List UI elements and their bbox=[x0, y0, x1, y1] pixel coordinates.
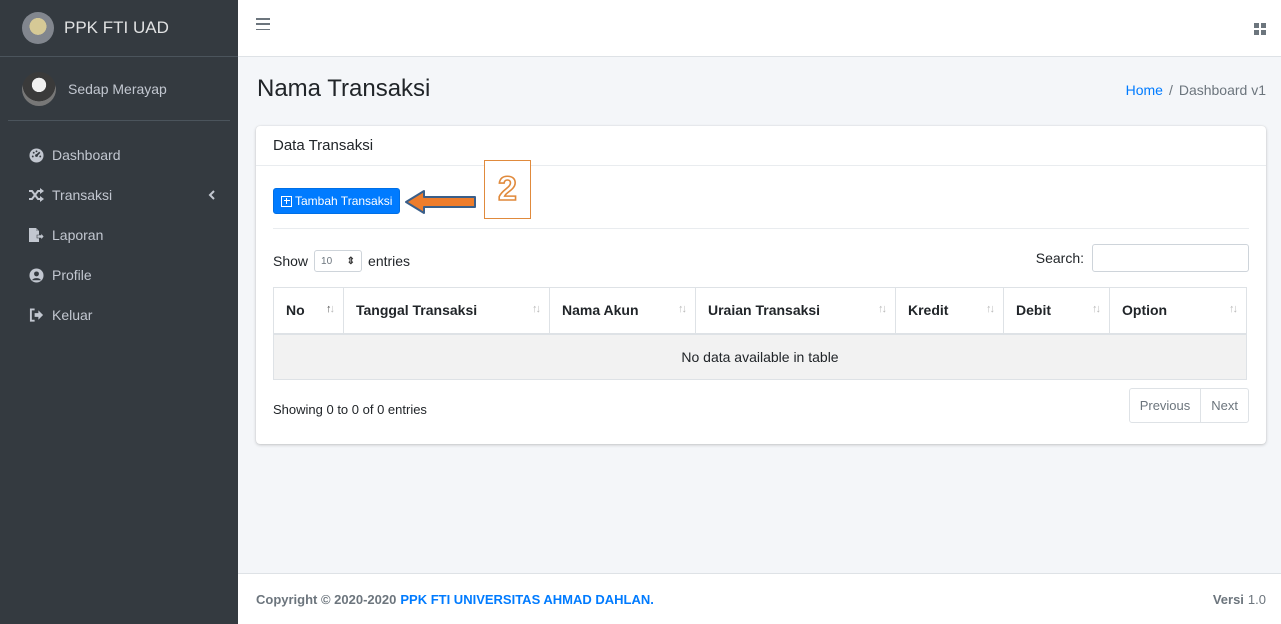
breadcrumb-current: Dashboard v1 bbox=[1178, 82, 1266, 98]
menu-toggle-icon[interactable] bbox=[256, 18, 270, 30]
next-button[interactable]: Next bbox=[1200, 389, 1248, 422]
annotation-arrow-icon bbox=[405, 190, 476, 214]
footer-version-label: Versi bbox=[1212, 591, 1244, 607]
entries-select[interactable]: 10 ⇕ bbox=[314, 250, 363, 272]
sidebar-item-label: Dashboard bbox=[52, 147, 121, 163]
column-header-option[interactable]: Option ↑↓ bbox=[1109, 287, 1247, 335]
sort-icon: ↑↓ bbox=[532, 303, 541, 315]
column-header-kredit[interactable]: Kredit ↑↓ bbox=[895, 287, 1004, 335]
grid-icon[interactable] bbox=[1254, 23, 1266, 35]
breadcrumb-home-link[interactable]: Home bbox=[1126, 82, 1163, 98]
entries-select-value: 10 bbox=[321, 255, 333, 267]
add-transaction-label: Tambah Transaksi bbox=[295, 194, 393, 208]
brand-title: PPK FTI UAD bbox=[64, 18, 169, 37]
brand-logo bbox=[22, 12, 54, 44]
sort-icon: ↑↓ bbox=[678, 303, 687, 315]
column-label: Nama Akun bbox=[562, 302, 639, 319]
chevron-left-icon bbox=[208, 187, 216, 203]
column-label: Option bbox=[1122, 302, 1168, 319]
divider bbox=[273, 228, 1249, 229]
page-title: Nama Transaksi bbox=[257, 75, 431, 102]
entries-length-control: Show 10 ⇕ entries bbox=[273, 250, 410, 272]
empty-table-message: No data available in table bbox=[273, 333, 1247, 380]
transactions-card: Data Transaksi Tambah Transaksi Show 10 … bbox=[256, 126, 1266, 444]
file-export-icon bbox=[28, 227, 44, 243]
shuffle-icon bbox=[28, 187, 44, 203]
pagination: Previous Next bbox=[1128, 388, 1249, 423]
table-row: No data available in table bbox=[273, 333, 1247, 380]
search-input[interactable] bbox=[1092, 244, 1249, 272]
sort-icon: ↑↓ bbox=[1092, 303, 1101, 315]
select-arrows-icon: ⇕ bbox=[346, 255, 356, 267]
add-transaction-button[interactable]: Tambah Transaksi bbox=[273, 188, 401, 214]
sort-icon: ↑↓ bbox=[986, 303, 995, 315]
breadcrumb: Home / Dashboard v1 bbox=[1126, 82, 1266, 98]
search-label: Search: bbox=[1035, 250, 1084, 266]
plus-square-icon bbox=[281, 195, 292, 207]
card-title: Data Transaksi bbox=[256, 126, 1266, 166]
column-header-no[interactable]: No ↑↓ bbox=[273, 287, 344, 335]
sidebar-item-profile[interactable]: Profile bbox=[0, 255, 238, 295]
sidebar-item-label: Transaksi bbox=[52, 187, 113, 203]
sidebar-item-label: Profile bbox=[52, 267, 92, 283]
column-label: Kredit bbox=[908, 302, 949, 319]
breadcrumb-separator: / bbox=[1168, 82, 1173, 98]
column-label: Debit bbox=[1016, 302, 1051, 319]
table-search: Search: bbox=[1036, 244, 1249, 272]
top-navbar bbox=[238, 0, 1281, 57]
show-label: Show bbox=[273, 253, 309, 269]
avatar bbox=[22, 71, 56, 106]
main-footer: Copyright © 2020-2020 PPK FTI UNIVERSITA… bbox=[238, 573, 1281, 624]
column-header-tanggal[interactable]: Tanggal Transaksi ↑↓ bbox=[343, 287, 550, 335]
sidebar-item-label: Laporan bbox=[52, 227, 104, 243]
sidebar-item-keluar[interactable]: Keluar bbox=[0, 295, 238, 335]
entries-label: entries bbox=[368, 253, 411, 269]
sidebar-nav: Dashboard Transaksi Laporan Profile Kelu… bbox=[0, 121, 238, 335]
column-label: Tanggal Transaksi bbox=[356, 302, 478, 319]
tachometer-icon bbox=[28, 147, 44, 163]
transactions-table: No ↑↓ Tanggal Transaksi ↑↓ Nama Akun ↑↓ Ura… bbox=[273, 287, 1247, 380]
table-header-row: No ↑↓ Tanggal Transaksi ↑↓ Nama Akun ↑↓ Ura… bbox=[273, 287, 1247, 335]
user-panel: Sedap Merayap bbox=[8, 57, 230, 121]
sidebar-item-label: Keluar bbox=[52, 307, 93, 323]
user-circle-icon bbox=[28, 267, 44, 283]
sidebar-item-transaksi[interactable]: Transaksi bbox=[0, 175, 238, 215]
footer-copyright: Copyright © 2020-2020 bbox=[256, 591, 397, 607]
brand-link[interactable]: PPK FTI UAD bbox=[0, 0, 238, 57]
sort-icon: ↑↓ bbox=[878, 303, 887, 315]
column-label: No bbox=[286, 302, 305, 319]
footer-org-link[interactable]: PPK FTI UNIVERSITAS AHMAD DAHLAN. bbox=[400, 592, 654, 607]
footer-version-number: 1.0 bbox=[1247, 591, 1266, 607]
sort-icon: ↑↓ bbox=[1229, 303, 1238, 315]
table-info: Showing 0 to 0 of 0 entries bbox=[273, 402, 427, 417]
user-name[interactable]: Sedap Merayap bbox=[68, 81, 167, 97]
annotation-step-number: 2 bbox=[484, 160, 531, 219]
column-label: Uraian Transaksi bbox=[708, 302, 821, 319]
sort-icon: ↑↓ bbox=[326, 303, 335, 315]
column-header-debit[interactable]: Debit ↑↓ bbox=[1003, 287, 1110, 335]
sidebar-item-laporan[interactable]: Laporan bbox=[0, 215, 238, 255]
sign-out-icon bbox=[28, 307, 44, 323]
column-header-uraian[interactable]: Uraian Transaksi ↑↓ bbox=[695, 287, 896, 335]
main-sidebar: PPK FTI UAD Sedap Merayap Dashboard Tran… bbox=[0, 0, 238, 624]
column-header-nama-akun[interactable]: Nama Akun ↑↓ bbox=[549, 287, 696, 335]
previous-button[interactable]: Previous bbox=[1130, 389, 1201, 422]
sidebar-item-dashboard[interactable]: Dashboard bbox=[0, 135, 238, 175]
